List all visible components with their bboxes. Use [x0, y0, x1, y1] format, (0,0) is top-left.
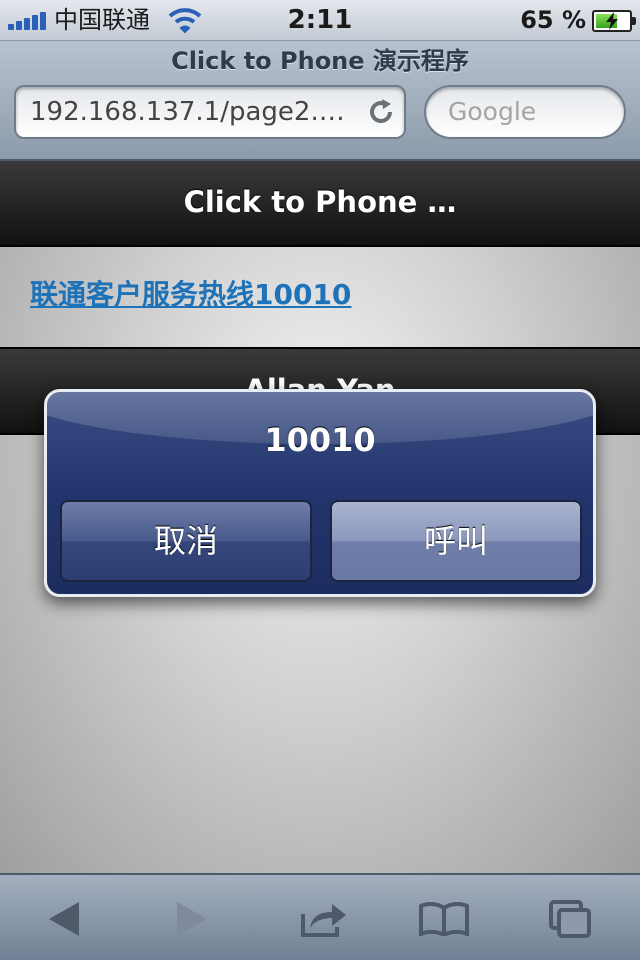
page-header-bar: Click to Phone … — [0, 161, 640, 247]
charging-bolt-icon — [606, 12, 618, 30]
call-alert-dialog: 10010 取消 呼叫 — [44, 389, 596, 597]
battery-percent: 65 % — [520, 6, 586, 34]
address-bar-url: 192.168.137.1/page2.… — [30, 97, 345, 127]
status-bar: 中国联通 2:11 65 % — [0, 0, 640, 41]
cancel-button[interactable]: 取消 — [60, 500, 312, 582]
alert-phone-number: 10010 — [264, 421, 376, 459]
reload-icon[interactable] — [366, 97, 396, 127]
call-button[interactable]: 呼叫 — [330, 500, 582, 582]
screen: 中国联通 2:11 65 % Click to Phone 演示程序 192.1… — [0, 0, 640, 960]
browser-page-title: Click to Phone 演示程序 — [171, 47, 469, 75]
battery-icon — [592, 10, 636, 32]
search-field[interactable]: Google — [424, 85, 626, 139]
browser-header: Click to Phone 演示程序 192.168.137.1/page2.… — [0, 41, 640, 161]
page-header-title: Click to Phone … — [183, 185, 457, 219]
share-icon[interactable] — [274, 875, 374, 960]
hotline-link[interactable]: 联通客户服务热线10010 — [30, 275, 351, 315]
forward-icon[interactable] — [142, 875, 242, 960]
bookmarks-icon[interactable] — [394, 875, 494, 960]
back-icon[interactable] — [14, 875, 114, 960]
address-bar[interactable]: 192.168.137.1/page2.… — [14, 85, 406, 139]
browser-toolbar — [0, 873, 640, 960]
tabs-icon[interactable] — [520, 875, 620, 960]
